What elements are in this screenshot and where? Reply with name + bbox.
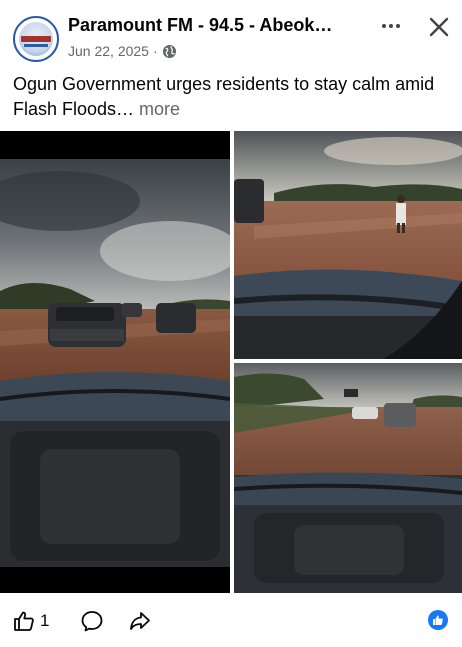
close-icon[interactable]: [426, 14, 452, 40]
photo-image: [234, 363, 462, 593]
photo-image: [234, 131, 462, 359]
post-header: Paramount FM - 94.5 - Abeok… Jun 22, 202…: [0, 0, 462, 66]
caption-text: Ogun Government urges residents to stay …: [13, 74, 435, 119]
avatar-logo-stripe: [24, 44, 48, 47]
avatar-logo-band: [21, 36, 51, 42]
comment-button[interactable]: [80, 608, 104, 634]
thumbs-up-icon: [14, 611, 34, 631]
like-button[interactable]: 1: [12, 608, 49, 634]
meta-separator: ·: [152, 43, 158, 59]
share-button[interactable]: [128, 608, 152, 634]
post-meta: Jun 22, 2025 ·: [68, 42, 177, 60]
post-action-bar: 1: [0, 600, 462, 644]
photo-image: [0, 131, 230, 593]
like-count: 1: [40, 611, 50, 630]
comment-icon: [81, 611, 103, 632]
flood-photo-highway-traffic[interactable]: [234, 363, 462, 593]
ellipsis-dot: [389, 24, 393, 28]
page-name[interactable]: Paramount FM - 94.5 - Abeok…: [68, 15, 368, 36]
post-caption: Ogun Government urges residents to stay …: [13, 72, 453, 122]
post-date[interactable]: Jun 22, 2025: [68, 43, 149, 59]
thumbs-up-mini-icon: [433, 615, 443, 625]
ellipsis-icon[interactable]: [376, 12, 406, 40]
flood-photo-person-wading[interactable]: [234, 131, 462, 359]
see-more-link[interactable]: more: [139, 99, 180, 119]
flood-photo-road-cars[interactable]: [0, 131, 230, 593]
share-icon: [130, 612, 150, 630]
globe-icon[interactable]: [162, 44, 177, 59]
like-reaction-icon[interactable]: [428, 610, 448, 630]
ellipsis-dot: [396, 24, 400, 28]
ellipsis-dot: [382, 24, 386, 28]
page-avatar[interactable]: [13, 16, 59, 62]
